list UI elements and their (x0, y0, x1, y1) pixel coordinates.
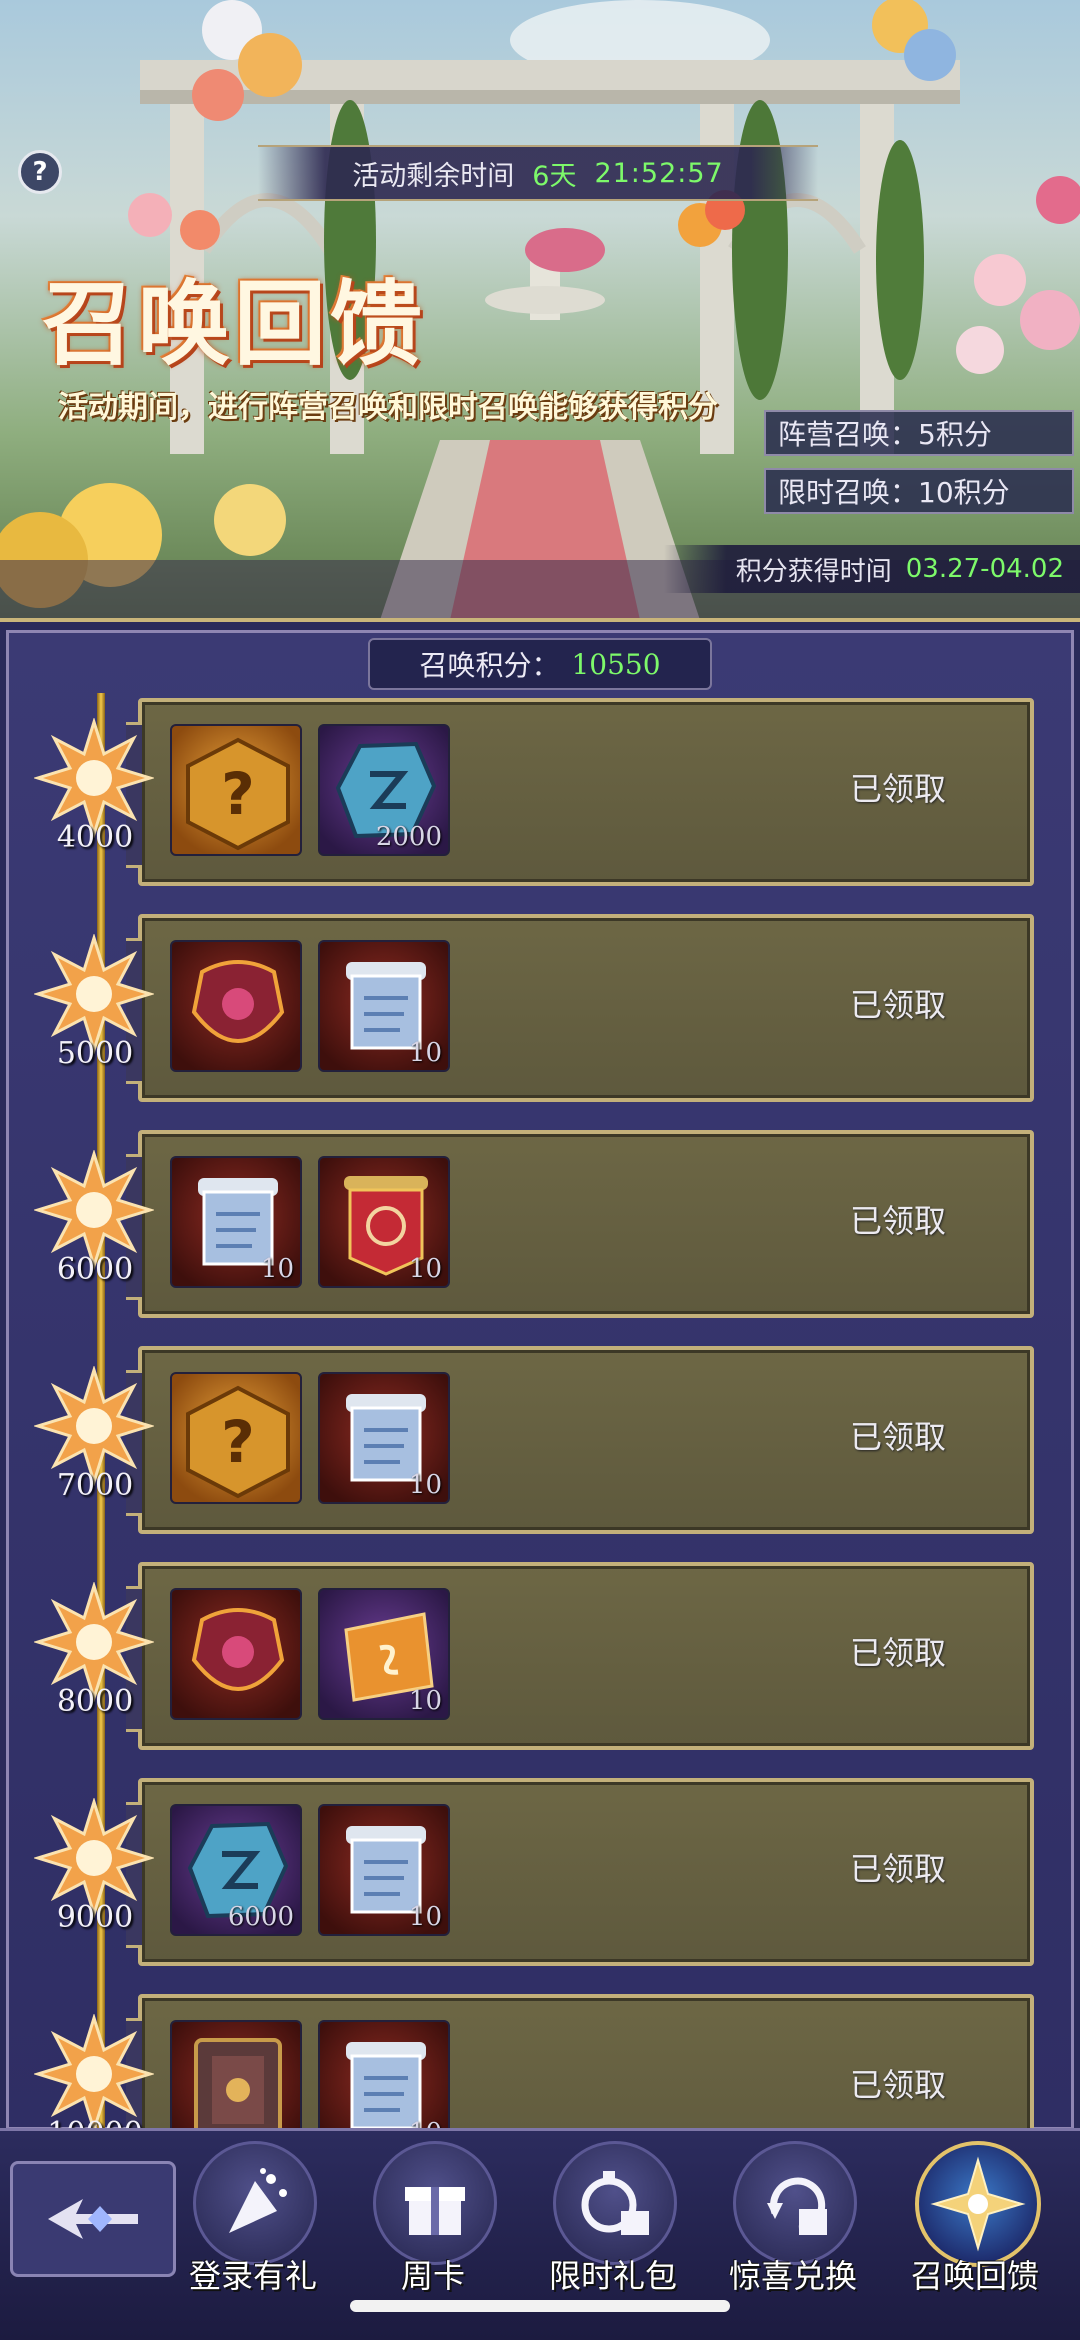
points-earn-period: 积分获得时间 03.27-04.02 (664, 545, 1080, 593)
milestone-points: 5000 (56, 1036, 134, 1071)
back-button[interactable] (10, 2161, 176, 2277)
question-icon[interactable]: ? (18, 150, 62, 194)
item-quantity: 10 (408, 1254, 442, 1284)
blue-crystal-icon[interactable]: 2000 (318, 724, 450, 856)
back-arrow-icon (48, 2199, 138, 2239)
event-banner: ? 活动剩余时间 6天 21:52:57 召唤回馈 活动期间，进行阵营召唤和限时… (0, 0, 1080, 618)
crimson-armor-icon[interactable] (170, 1588, 302, 1720)
item-quantity: 10 (408, 1686, 442, 1716)
reward-row: 10 已领取 (126, 914, 1034, 1102)
event-timer: 活动剩余时间 6天 21:52:57 (258, 145, 818, 201)
timer-days: 6天 (532, 160, 577, 192)
item-quantity: 10 (408, 1902, 442, 1932)
nav-tab[interactable]: 周卡 (348, 2141, 518, 2311)
mystery-box-icon[interactable]: ? (170, 1372, 302, 1504)
faction-summon-rate: 阵营召唤：5积分 (764, 410, 1074, 456)
claimed-status: 已领取 (849, 986, 946, 1024)
party-popper-icon (193, 2141, 317, 2265)
summon-scroll-icon[interactable]: 10 (170, 1156, 302, 1288)
earn-period-range: 03.27-04.02 (905, 554, 1064, 584)
nav-tab[interactable]: 召唤回馈 (890, 2141, 1060, 2311)
score-value: 10550 (571, 647, 661, 681)
timer-label: 活动剩余时间 (352, 160, 515, 192)
reward-row: 10 已领取 (126, 1562, 1034, 1750)
nav-tab-label: 周卡 (400, 2257, 465, 2295)
milestone-marker: 8000 (30, 1580, 156, 1732)
nav-tab-label: 限时礼包 (548, 2257, 677, 2295)
milestone-marker: 6000 (30, 1148, 156, 1300)
milestone-points: 6000 (56, 1252, 134, 1287)
item-quantity: 10 (260, 1254, 294, 1284)
orange-ticket-icon[interactable]: 10 (318, 1588, 450, 1720)
summon-scroll-icon[interactable]: 10 (318, 1372, 450, 1504)
claimed-status: 已领取 (849, 1634, 946, 1672)
claimed-status: 已领取 (849, 1202, 946, 1240)
nav-tab[interactable]: 惊喜兑换 (708, 2141, 878, 2311)
stopwatch-gift-icon (553, 2141, 677, 2265)
claimed-status: 已领取 (849, 2066, 946, 2104)
claimed-status: 已领取 (849, 1850, 946, 1888)
event-subtitle: 活动期间，进行阵营召唤和限时召唤能够获得积分 (58, 390, 718, 425)
summon-score: 召唤积分： 10550 (368, 638, 712, 690)
item-quantity: 2000 (375, 822, 442, 852)
milestone-marker: 9000 (30, 1796, 156, 1948)
milestone-points: 8000 (56, 1684, 134, 1719)
nav-tab-label: 登录有礼 (188, 2257, 317, 2295)
item-quantity: 10 (408, 1038, 442, 1068)
milestone-points: 7000 (56, 1468, 134, 1503)
nav-tab-label: 惊喜兑换 (728, 2257, 857, 2295)
event-title: 召唤回馈 (42, 270, 427, 378)
limited-summon-rate: 限时召唤：10积分 (764, 468, 1074, 514)
svg-text:?: ? (221, 1408, 255, 1476)
svg-text:?: ? (221, 760, 255, 828)
milestone-points: 4000 (56, 820, 134, 855)
reward-panel: 召唤积分： 10550 ? 2000 已领取 4000 10 已领取 5000 10 10 已领取… (0, 618, 1080, 2182)
nav-tab[interactable]: 登录有礼 (168, 2141, 338, 2311)
milestone-points: 9000 (56, 1900, 134, 1935)
reward-row: ? 10 已领取 (126, 1346, 1034, 1534)
earn-period-label: 积分获得时间 (735, 556, 892, 587)
summon-star-icon (915, 2141, 1041, 2267)
score-label: 召唤积分： (419, 649, 560, 682)
summon-scroll-icon[interactable]: 10 (318, 940, 450, 1072)
mystery-box-icon[interactable]: ? (170, 724, 302, 856)
nav-tab-label: 召唤回馈 (910, 2257, 1039, 2295)
milestone-marker: 7000 (30, 1364, 156, 1516)
crimson-armor-icon[interactable] (170, 940, 302, 1072)
reward-row: 10 10 已领取 (126, 1130, 1034, 1318)
claimed-status: 已领取 (849, 770, 946, 808)
item-quantity: 10 (408, 1470, 442, 1500)
gift-box-icon (373, 2141, 497, 2265)
blue-crystal-icon[interactable]: 6000 (170, 1804, 302, 1936)
reward-row: ? 2000 已领取 (126, 698, 1034, 886)
summon-scroll-icon[interactable]: 10 (318, 1804, 450, 1936)
home-indicator (350, 2300, 730, 2312)
exchange-gift-icon (733, 2141, 857, 2265)
red-banner-scroll-icon[interactable]: 10 (318, 1156, 450, 1288)
nav-tab[interactable]: 限时礼包 (528, 2141, 698, 2311)
reward-row: 6000 10 已领取 (126, 1778, 1034, 1966)
milestone-marker: 5000 (30, 932, 156, 1084)
item-quantity: 6000 (227, 1902, 294, 1932)
milestone-marker: 4000 (30, 716, 156, 868)
claimed-status: 已领取 (849, 1418, 946, 1456)
timer-clock: 21:52:57 (594, 157, 724, 189)
